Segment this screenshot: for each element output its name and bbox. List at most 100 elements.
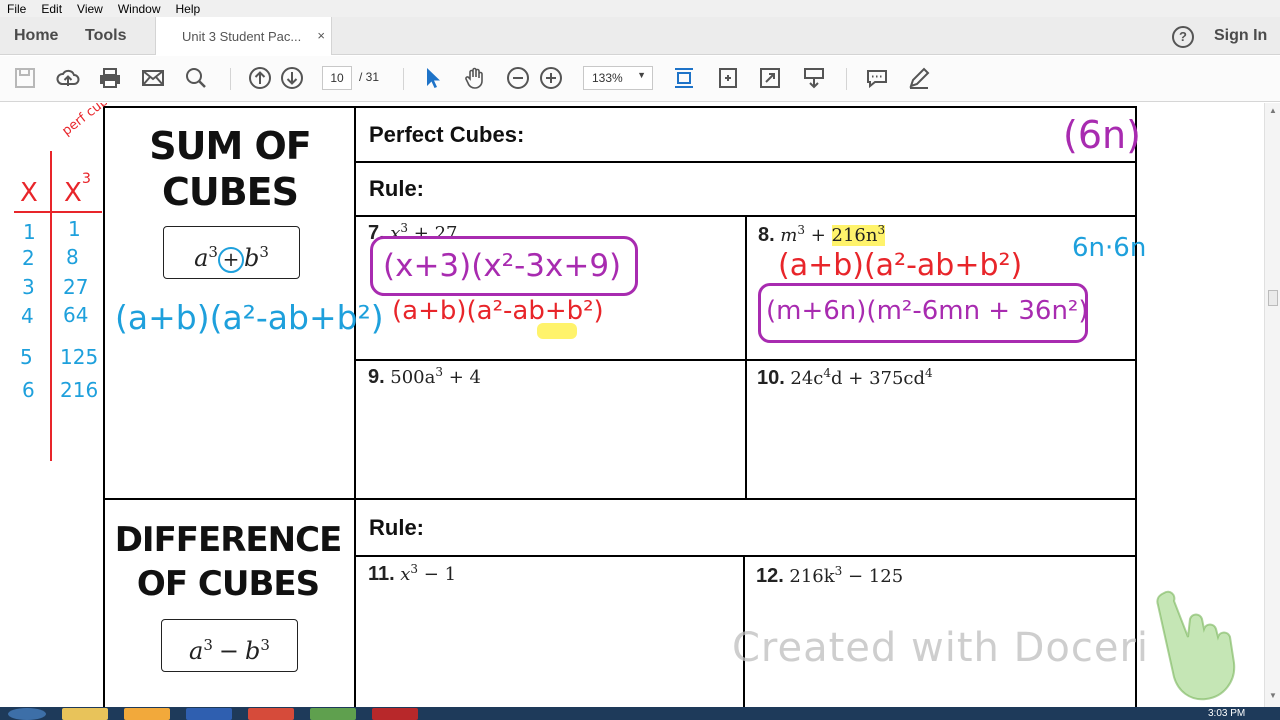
table-divider [356,161,1136,163]
close-tab-icon[interactable]: × [317,28,325,43]
select-cursor-icon[interactable] [421,66,445,90]
hand-tool-icon[interactable] [463,66,487,90]
menu-bar: File Edit View Window Help [0,0,1280,17]
table-x3-5: 125 [60,345,99,369]
tab-bar: Home Tools Unit 3 Student Pac... × ? Sig… [0,17,1280,55]
app-icon[interactable] [124,708,170,720]
table-divider [354,106,356,707]
problem-8: 8. m3 + 216n3 [758,223,886,246]
problem-12: 12. 216k3 − 125 [756,564,904,587]
fit-page-icon[interactable] [672,66,696,90]
sum-formula-handwritten: (a+b)(a²-ab+b²) [115,298,384,337]
file-explorer-icon[interactable] [62,708,108,720]
pen-icon[interactable] [907,66,931,90]
problem-7-answer: (x+3)(x²-3x+9) [383,248,622,284]
difference-formula-box: a3− b3 [161,619,298,672]
problem-10: 10. 24c4d + 375cd4 [757,366,933,389]
acrobat-icon[interactable] [372,708,418,720]
upload-cloud-icon[interactable] [56,66,80,90]
email-icon[interactable] [141,66,165,90]
page-number-input[interactable]: 10 [322,66,352,90]
table-border-top [105,106,1137,108]
table-divider [745,215,747,499]
menu-edit[interactable]: Edit [34,2,70,16]
table-x-4: 4 [21,304,34,328]
sign-in-link[interactable]: Sign In [1214,27,1267,45]
sum-formula-box: a3 + b3 [163,226,300,279]
problem-7-template: (a+b)(a²-ab+b²) [392,296,604,326]
col-x3-header: X3 [64,171,91,208]
document-tab-label: Unit 3 Student Pac... [182,29,302,44]
zoom-select[interactable]: 133% ▼ [583,66,653,90]
app-icon[interactable] [310,708,356,720]
doceri-hand-logo-icon [1156,590,1236,701]
scroll-mode-icon[interactable] [802,66,826,90]
problem-8-note: 6n·6n [1072,233,1147,263]
table-x3-2: 8 [66,245,79,269]
scroll-down-icon[interactable]: ▼ [1267,691,1279,703]
toolbar-divider [230,68,231,90]
plus-circled: + [217,246,244,273]
doceri-watermark: Created with Doceri [732,625,1150,671]
start-button-icon[interactable] [8,708,46,720]
problem-8-answer: (m+6n)(m²-6mn + 36n²) [766,296,1089,326]
menu-help[interactable]: Help [169,2,209,16]
table-vertical-line [50,151,52,461]
perfect-cube-note-6n: (6n) [1063,113,1141,157]
next-page-icon[interactable] [280,66,304,90]
toolbar-divider [403,68,404,90]
save-icon[interactable] [13,66,37,90]
tools-tab[interactable]: Tools [85,27,126,45]
table-x-1: 1 [23,220,36,244]
scrollbar-thumb[interactable] [1268,290,1278,306]
scroll-up-icon[interactable]: ▲ [1267,106,1279,118]
problem-11: 11. x3 − 1 [368,562,457,585]
table-x-6: 6 [22,378,35,402]
sum-rule-label: Rule: [369,176,424,201]
document-tab[interactable]: Unit 3 Student Pac... × [155,17,332,55]
menu-view[interactable]: View [70,2,111,16]
page-total: / 31 [359,70,380,84]
table-x-3: 3 [22,275,35,299]
taskbar: 3:03 PM [0,707,1280,720]
toolbar-divider [846,68,847,90]
search-icon[interactable] [184,66,208,90]
table-x-5: 5 [20,345,33,369]
table-header-line [14,211,102,213]
comment-icon[interactable] [865,66,889,90]
problem-8-template: (a+b)(a²-ab+b²) [778,248,1023,283]
home-tab[interactable]: Home [14,27,58,45]
document-view[interactable]: perf cube X X3 1 1 2 8 3 27 4 64 5 125 6… [0,103,1264,707]
zoom-out-icon[interactable] [506,66,530,90]
word-icon[interactable] [186,708,232,720]
help-icon[interactable]: ? [1172,26,1194,48]
full-screen-icon[interactable] [758,66,782,90]
difference-of-cubes-title: DIFFERENCE OF CUBES [114,520,343,604]
zoom-in-icon[interactable] [539,66,563,90]
table-divider [356,359,1136,361]
chrome-icon[interactable] [248,708,294,720]
perfect-cube-note: perf cube [59,103,118,139]
table-x3-3: 27 [63,275,89,299]
problem-9: 9. 500a3 + 4 [368,365,481,388]
table-border-left [103,106,105,707]
previous-page-icon[interactable] [248,66,272,90]
rotate-view-icon[interactable] [716,66,740,90]
difference-rule-label: Rule: [369,515,424,540]
table-x3-1: 1 [68,217,81,241]
perfect-cubes-label: Perfect Cubes: [369,122,525,147]
print-icon[interactable] [98,66,122,90]
sum-of-cubes-title: SUM OF CUBES [149,124,312,214]
table-x-2: 2 [22,246,35,270]
chevron-down-icon: ▼ [637,70,646,80]
table-x3-4: 64 [63,303,89,327]
menu-file[interactable]: File [0,2,34,16]
menu-window[interactable]: Window [111,2,169,16]
zoom-value: 133% [592,71,623,85]
table-border-right [1135,106,1137,707]
col-x-header: X [20,178,38,208]
table-divider [105,498,1136,500]
table-divider [356,555,1136,557]
vertical-scrollbar[interactable]: ▲ ▼ [1264,103,1280,707]
clock: 3:03 PM [1208,708,1246,719]
